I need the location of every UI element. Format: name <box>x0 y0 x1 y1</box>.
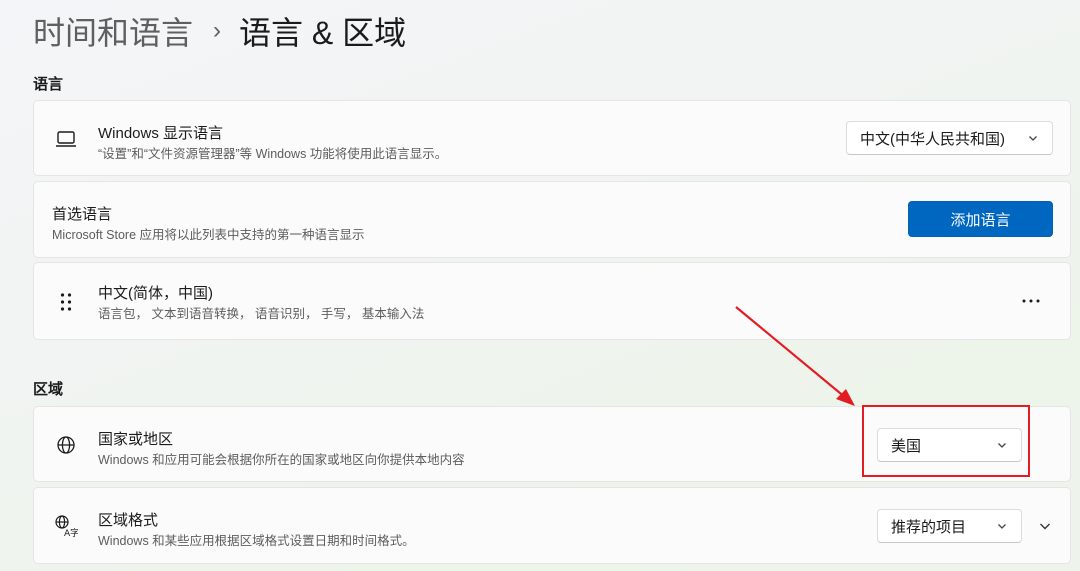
breadcrumb-separator: › <box>213 17 222 44</box>
expand-regional-format-button[interactable] <box>1029 510 1061 542</box>
display-language-description: “设置”和“文件资源管理器”等 Windows 功能将使用此语言显示。 <box>98 147 448 161</box>
country-region-selected: 美国 <box>891 437 922 455</box>
country-region-description: Windows 和应用可能会根据你所在的国家或地区向你提供本地内容 <box>98 453 465 467</box>
display-language-title: Windows 显示语言 <box>98 125 224 142</box>
language-section-label: 语言 <box>33 76 64 93</box>
preferred-language-description: Microsoft Store 应用将以此列表中支持的第一种语言显示 <box>52 228 365 242</box>
globe-icon <box>54 433 78 457</box>
regional-format-card[interactable]: A字 区域格式 Windows 和某些应用根据区域格式设置日期和时间格式。 推荐… <box>33 487 1071 564</box>
svg-text:A字: A字 <box>64 527 78 538</box>
breadcrumb: 时间和语言 › 语言 & 区域 <box>33 8 406 54</box>
preferred-language-title: 首选语言 <box>52 206 113 223</box>
display-language-selected: 中文(中华人民共和国) <box>860 130 1005 148</box>
page-title: 语言 & 区域 <box>239 15 407 51</box>
language-item-title: 中文(简体，中国) <box>98 285 213 302</box>
regional-format-description: Windows 和某些应用根据区域格式设置日期和时间格式。 <box>98 534 415 548</box>
laptop-icon <box>54 127 78 151</box>
chevron-down-icon <box>1040 523 1050 530</box>
more-icon <box>1022 299 1040 303</box>
chevron-down-icon <box>998 524 1006 529</box>
country-region-title: 国家或地区 <box>98 431 174 448</box>
chevron-down-icon <box>998 443 1006 448</box>
breadcrumb-parent-link[interactable]: 时间和语言 <box>33 8 193 54</box>
regional-format-dropdown[interactable]: 推荐的项目 <box>877 509 1022 543</box>
language-item-description: 语言包， 文本到语音转换， 语音识别， 手写， 基本输入法 <box>98 307 425 321</box>
drag-handle-icon[interactable] <box>54 290 78 314</box>
country-region-card: 国家或地区 Windows 和应用可能会根据你所在的国家或地区向你提供本地内容 … <box>33 406 1071 482</box>
display-language-card: Windows 显示语言 “设置”和“文件资源管理器”等 Windows 功能将… <box>33 100 1071 176</box>
country-region-dropdown[interactable]: 美国 <box>877 428 1022 462</box>
chevron-down-icon <box>1029 136 1037 141</box>
display-language-dropdown[interactable]: 中文(中华人民共和国) <box>846 121 1053 155</box>
regional-format-title: 区域格式 <box>98 512 159 529</box>
preferred-language-card: 首选语言 Microsoft Store 应用将以此列表中支持的第一种语言显示 … <box>33 181 1071 258</box>
region-section-label: 区域 <box>33 381 64 398</box>
add-language-button[interactable]: 添加语言 <box>908 201 1053 237</box>
regional-format-selected: 推荐的项目 <box>891 518 967 536</box>
regional-format-icon: A字 <box>54 514 78 538</box>
language-item-card[interactable]: 中文(简体，中国) 语言包， 文本到语音转换， 语音识别， 手写， 基本输入法 <box>33 262 1071 340</box>
more-options-button[interactable] <box>1015 285 1047 317</box>
